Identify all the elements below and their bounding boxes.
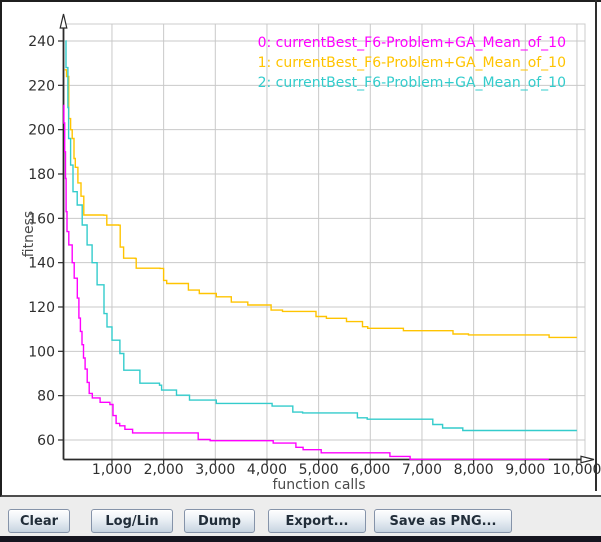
series-line-0 <box>63 105 548 459</box>
save-as-png-button[interactable]: Save as PNG... <box>374 509 512 533</box>
export-button[interactable]: Export... <box>268 509 366 533</box>
y-axis-title: fitness <box>21 211 37 257</box>
y-tick-label: 80 <box>37 389 55 405</box>
x-tick-label: 4,000 <box>247 462 287 478</box>
x-tick-label: 5,000 <box>299 462 339 478</box>
x-tick-label: 10,000 <box>552 462 601 478</box>
chart-panel: 24022020018016014012010080601,0002,0003,… <box>0 0 601 497</box>
plot-window: 24022020018016014012010080601,0002,0003,… <box>0 0 601 542</box>
x-tick-label: 8,000 <box>454 462 494 478</box>
x-tick-label: 2,000 <box>144 462 184 478</box>
x-tick-label: 7,000 <box>402 462 442 478</box>
y-tick-label: 180 <box>28 167 55 183</box>
legend-entry: 0: currentBest_F6-Problem+GA_Mean_of_10 <box>258 35 566 51</box>
legend-entry: 2: currentBest_F6-Problem+GA_Mean_of_10 <box>258 75 566 91</box>
fitness-chart-canvas[interactable]: 24022020018016014012010080601,0002,0003,… <box>2 2 601 497</box>
x-tick-label: 6,000 <box>350 462 390 478</box>
log-lin-button[interactable]: Log/Lin <box>91 509 173 533</box>
y-tick-label: 100 <box>28 344 55 360</box>
y-tick-label: 60 <box>37 433 55 449</box>
series-line-2 <box>66 41 577 431</box>
window-right-edge <box>595 0 597 491</box>
y-tick-label: 120 <box>28 300 55 316</box>
clear-button[interactable]: Clear <box>8 509 70 533</box>
window-bottom-edge <box>0 536 601 542</box>
x-tick-label: 9,000 <box>505 462 545 478</box>
dump-button[interactable]: Dump <box>184 509 255 533</box>
x-axis-title: function calls <box>273 477 366 493</box>
y-tick-label: 220 <box>28 78 55 94</box>
y-tick-label: 240 <box>28 34 55 50</box>
series-line-1 <box>65 70 577 338</box>
x-tick-label: 1,000 <box>92 462 132 478</box>
y-axis-arrow-icon <box>60 14 67 28</box>
x-tick-label: 3,000 <box>195 462 235 478</box>
y-tick-label: 200 <box>28 123 55 139</box>
legend-entry: 1: currentBest_F6-Problem+GA_Mean_of_10 <box>258 55 566 71</box>
button-panel: Clear Log/Lin Dump Export... Save as PNG… <box>0 497 601 536</box>
